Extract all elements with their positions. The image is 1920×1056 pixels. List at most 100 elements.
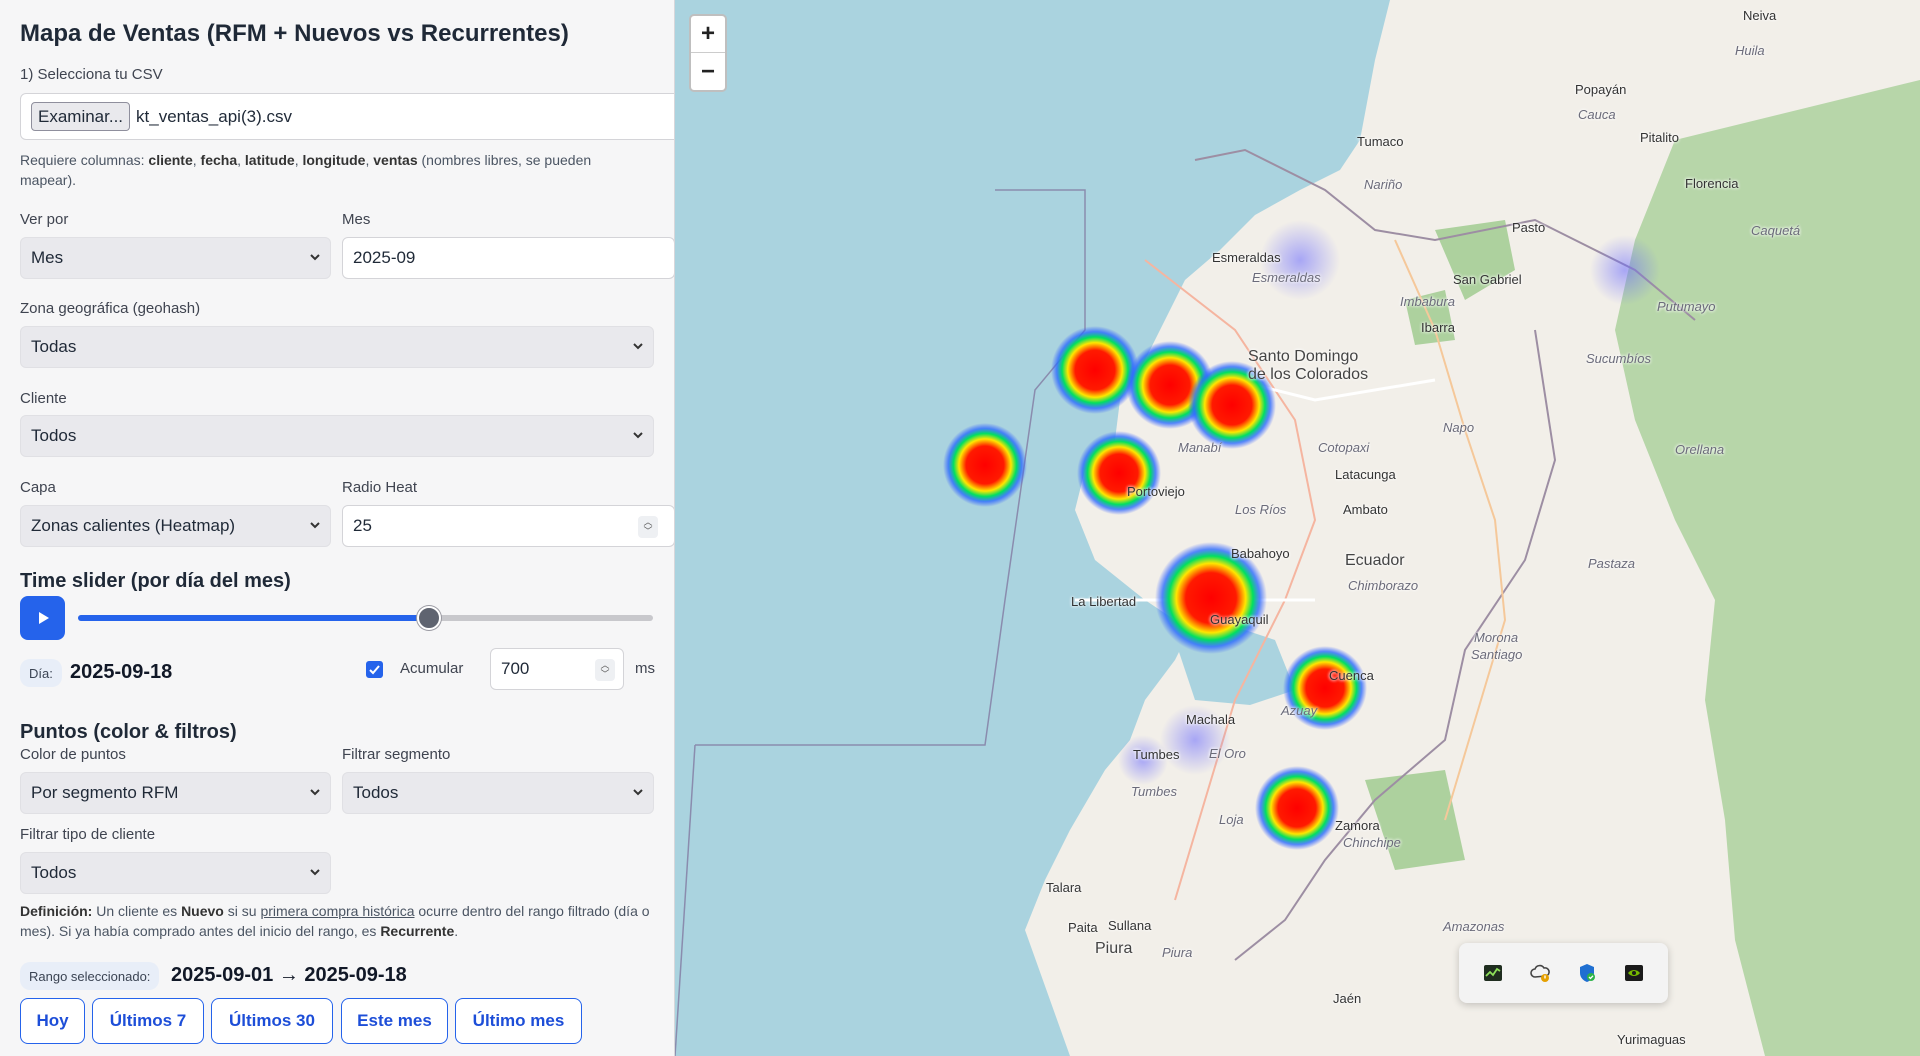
map-label: Ambato — [1343, 502, 1388, 517]
map-label: Loja — [1219, 812, 1244, 827]
slider-fill — [78, 615, 429, 621]
last-month-button[interactable]: Último mes — [455, 998, 582, 1044]
map-label: Azuay — [1281, 703, 1318, 718]
view-by-select[interactable]: Mes — [20, 237, 331, 279]
points-title: Puntos (color & filtros) — [20, 721, 237, 743]
definition-note: Definición: Un cliente es Nuevo si su pr… — [20, 903, 650, 939]
day-slider[interactable] — [78, 606, 653, 630]
map-label: Morona — [1474, 630, 1519, 645]
today-button[interactable]: Hoy — [20, 998, 85, 1044]
map-label: Cauca — [1578, 107, 1616, 122]
chevron-down-icon — [310, 869, 320, 876]
map-label: Esmeraldas — [1252, 270, 1321, 285]
day-value: 2025-09-18 — [70, 661, 173, 683]
map-label: Cotopaxi — [1318, 440, 1370, 455]
check-icon — [369, 665, 380, 675]
first-purchase-link[interactable]: primera compra histórica — [260, 903, 414, 919]
file-name: kt_ventas_api(3).csv — [136, 106, 292, 126]
map-label: Chinchipe — [1343, 835, 1401, 850]
segment-select[interactable]: Todos — [342, 772, 654, 814]
range-chip: Rango seleccionado: — [20, 962, 160, 990]
map-label: Machala — [1186, 712, 1236, 727]
map-label: La Libertad — [1071, 594, 1137, 609]
map-label: de los Colorados — [1248, 366, 1369, 383]
chevron-down-icon — [633, 343, 643, 350]
client-type-select[interactable]: Todos — [20, 852, 331, 894]
map-label: Imbabura — [1400, 294, 1455, 309]
slider-title: Time slider (por día del mes) — [20, 570, 291, 592]
map-label: Orellana — [1675, 442, 1725, 457]
month-input[interactable]: 2025-09 — [342, 237, 674, 279]
map-label: Tumaco — [1357, 134, 1404, 149]
gpu-monitor-icon[interactable] — [1482, 962, 1504, 984]
browse-button[interactable]: Examinar... — [31, 102, 131, 131]
map-label: Los Ríos — [1235, 502, 1287, 517]
cloud-warning-icon[interactable] — [1529, 962, 1551, 984]
map-label: Paita — [1068, 920, 1098, 935]
map-tiles — [675, 0, 1920, 1056]
map-label: Chimborazo — [1348, 578, 1419, 593]
map-label: Santiago — [1471, 647, 1523, 662]
map-label: Caquetá — [1751, 223, 1801, 238]
map-label: Cuenca — [1329, 668, 1374, 683]
map-label: Guayaquil — [1210, 612, 1269, 627]
map-label: Piura — [1162, 945, 1193, 960]
last-30-button[interactable]: Últimos 30 — [211, 998, 333, 1044]
radius-input[interactable]: 25 ︿ ﹀ — [342, 505, 674, 547]
slider-handle[interactable] — [416, 606, 441, 630]
zone-select[interactable]: Todas — [20, 326, 654, 368]
zoom-control: + − — [689, 14, 727, 92]
map-label: Pitalito — [1640, 130, 1680, 145]
play-button[interactable] — [20, 596, 65, 640]
map-label: Tumbes — [1131, 784, 1177, 799]
csv-label: 1) Selecciona tu CSV — [20, 66, 163, 83]
map-label: Putumayo — [1657, 299, 1716, 314]
control-panel: Mapa de Ventas (RFM + Nuevos vs Recurren… — [0, 0, 675, 1056]
chevron-down-icon — [310, 254, 320, 261]
chevron-down-icon — [633, 432, 643, 439]
zoom-in-button[interactable]: + — [691, 16, 725, 53]
map-label: Pasto — [1512, 220, 1546, 235]
map-label: Tumbes — [1133, 747, 1180, 762]
layer-select[interactable]: Zonas calientes (Heatmap) — [20, 505, 331, 547]
this-month-button[interactable]: Este mes — [341, 998, 448, 1044]
map-label: Esmeraldas — [1212, 250, 1281, 265]
map-label: Latacunga — [1335, 467, 1396, 482]
map-label: Santo Domingo — [1248, 348, 1359, 365]
client-select[interactable]: Todos — [20, 415, 654, 457]
map-label: Florencia — [1685, 176, 1739, 191]
sales-map[interactable]: + − Neiva Huila Popayán Cauca Pitalito T… — [675, 0, 1920, 1056]
map-label: Nariño — [1364, 177, 1403, 192]
nvidia-icon[interactable] — [1623, 962, 1645, 984]
map-label: El Oro — [1209, 746, 1246, 761]
accumulate-label: Acumular — [400, 660, 464, 677]
chevron-down-icon — [310, 522, 320, 529]
map-label: Popayán — [1575, 82, 1627, 97]
system-tray — [1459, 943, 1668, 1003]
map-label: Ibarra — [1421, 320, 1455, 335]
map-label: Sullana — [1108, 918, 1152, 933]
play-icon — [38, 612, 49, 624]
speed-input[interactable]: 700 ︿ ﹀ — [490, 648, 624, 690]
zone-label: Zona geográfica (geohash) — [20, 300, 201, 317]
point-color-select[interactable]: Por segmento RFM — [20, 772, 331, 814]
last-7-button[interactable]: Últimos 7 — [92, 998, 204, 1044]
map-label: San Gabriel — [1453, 272, 1522, 287]
range-value: 2025-09-01 → 2025-09-18 — [171, 964, 407, 986]
map-label: Piura — [1095, 940, 1133, 957]
map-label: Amazonas — [1443, 919, 1505, 934]
file-input[interactable]: Examinar... kt_ventas_api(3).csv — [20, 93, 674, 140]
security-shield-icon[interactable] — [1576, 962, 1598, 984]
spinner-icon[interactable]: ︿ ﹀ — [595, 659, 615, 681]
map-label: Napo — [1443, 420, 1475, 435]
map-label: Zamora — [1335, 818, 1380, 833]
radius-label: Radio Heat — [342, 479, 418, 496]
map-label: Neiva — [1743, 8, 1777, 23]
point-color-label: Color de puntos — [20, 746, 126, 763]
day-chip: Día: — [20, 659, 62, 687]
accumulate-checkbox[interactable] — [366, 661, 383, 678]
spinner-icon[interactable]: ︿ ﹀ — [638, 516, 658, 538]
zoom-out-button[interactable]: − — [691, 53, 725, 90]
map-label: Yurimaguas — [1617, 1032, 1686, 1047]
map-label: Jaén — [1333, 991, 1362, 1006]
